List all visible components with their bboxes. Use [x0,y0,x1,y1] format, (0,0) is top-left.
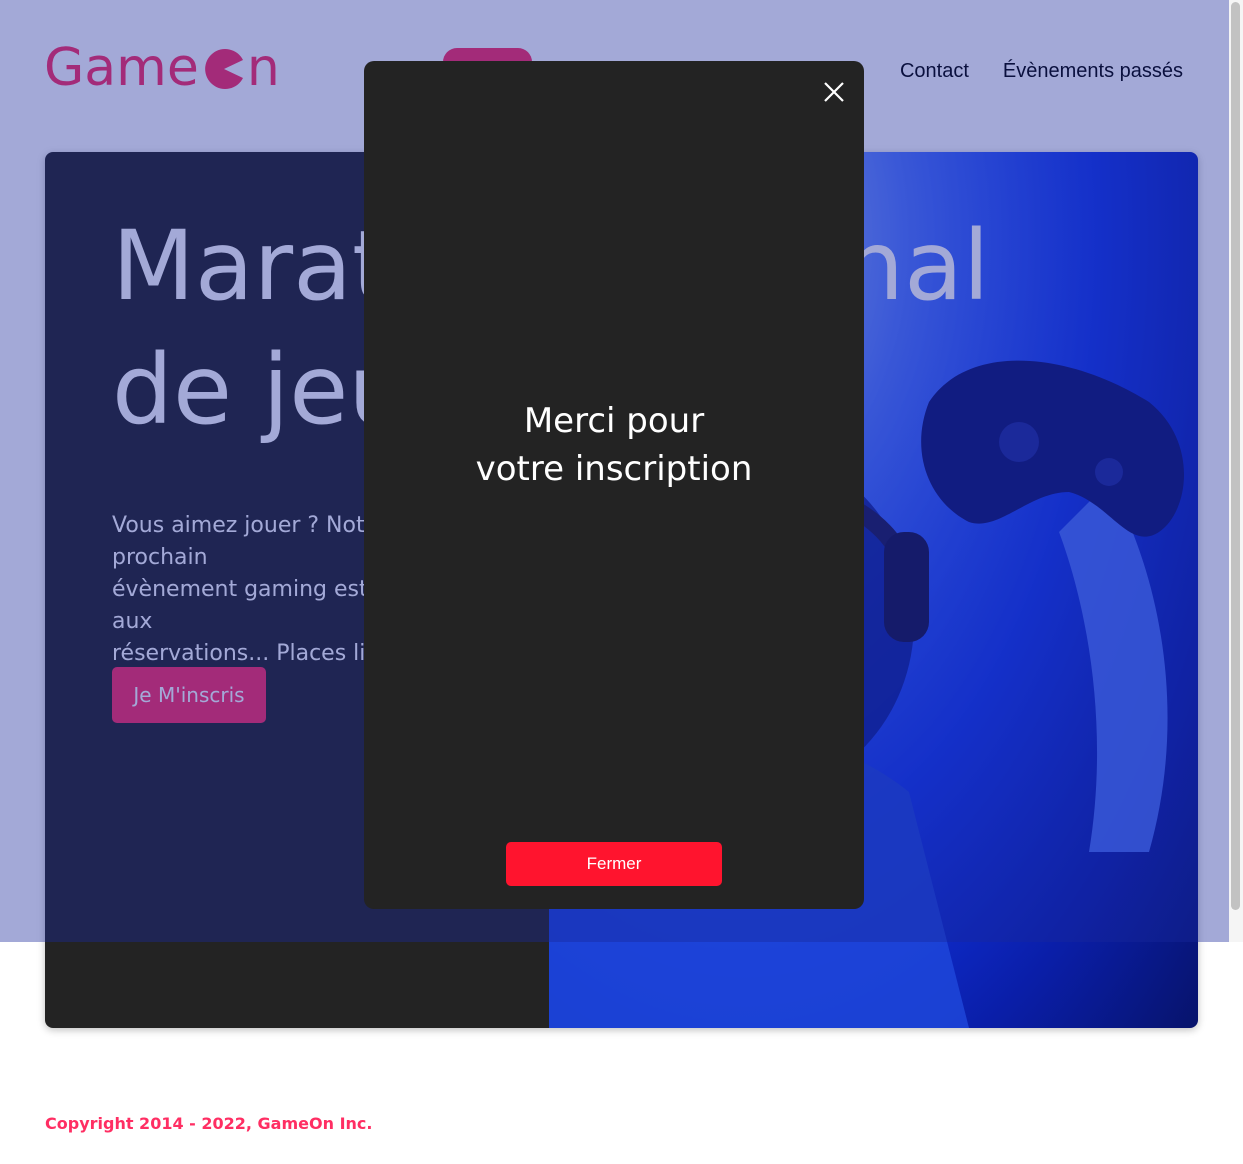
confirmation-message: Merci pour votre inscription [475,401,753,489]
scrollbar-thumb[interactable] [1231,2,1240,910]
close-icon[interactable] [822,80,846,104]
close-button[interactable]: Fermer [506,842,722,886]
confirmation-modal: Merci pour votre inscription Fermer [364,61,864,909]
page: Game n Contact Évènements passés Maratho… [0,0,1243,1164]
copyright: Copyright 2014 - 2022, GameOn Inc. [45,1114,373,1133]
